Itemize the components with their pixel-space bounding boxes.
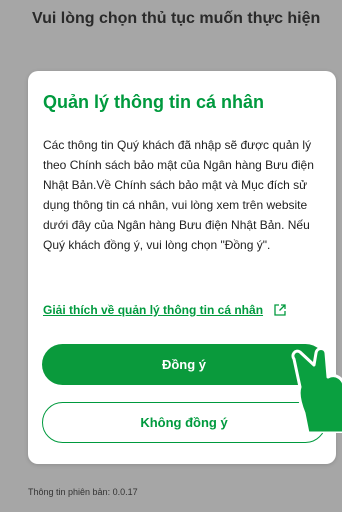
dialog-body-text: Các thông tin Quý khách đã nhập sẽ được … [43, 138, 314, 252]
pointing-hand-icon [290, 343, 342, 435]
page-title: Vui lòng chọn thủ tục muốn thực hiện [32, 10, 321, 27]
version-info: Thông tin phiên bản: 0.0.17 [28, 487, 138, 497]
disagree-button[interactable]: Không đồng ý [42, 402, 326, 443]
dialog-title: Quản lý thông tin cá nhân [43, 92, 265, 112]
privacy-explanation-link[interactable]: Giải thích về quản lý thông tin cá nhân [43, 303, 287, 317]
privacy-explanation-link-label: Giải thích về quản lý thông tin cá nhân [43, 303, 264, 317]
external-link-icon [273, 303, 287, 317]
agree-button[interactable]: Đồng ý [42, 344, 326, 385]
